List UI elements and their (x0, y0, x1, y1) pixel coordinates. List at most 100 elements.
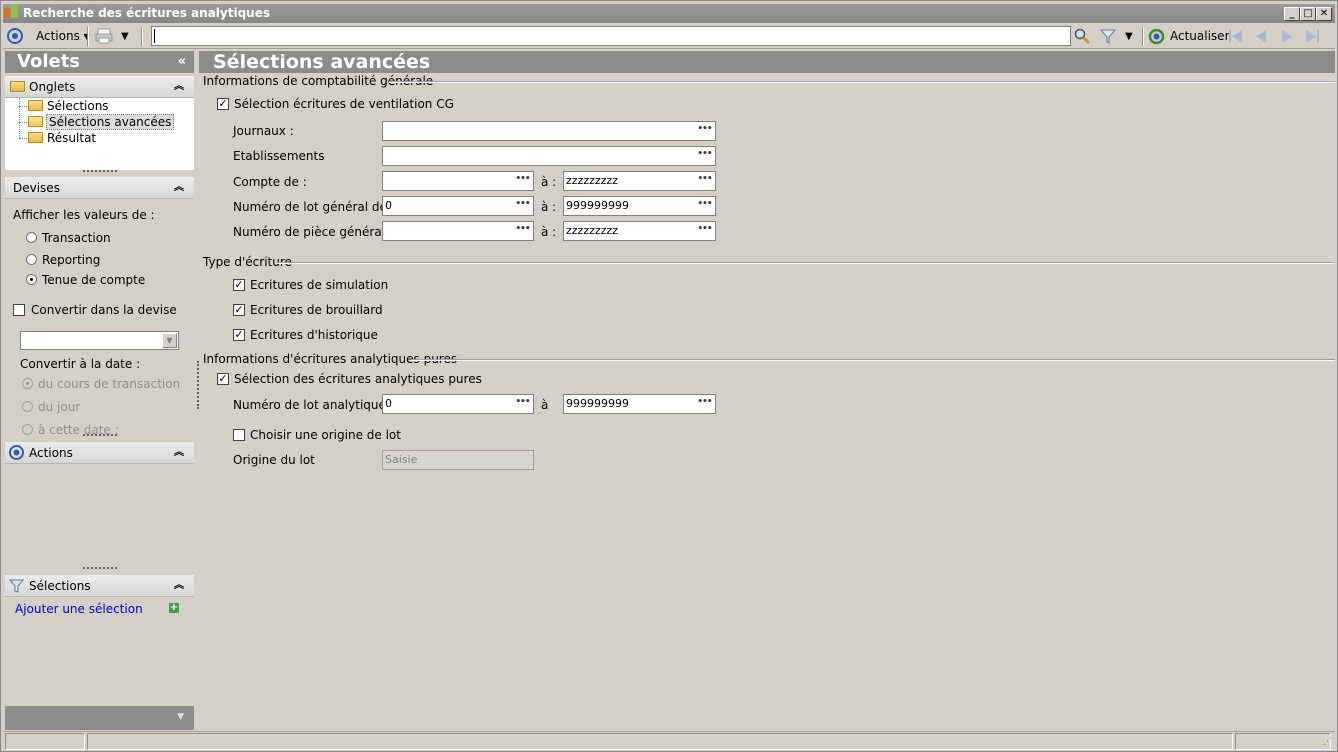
currency-select[interactable]: ▼ (20, 331, 179, 350)
compte-to-input[interactable]: zzzzzzzzz ••• (563, 171, 716, 191)
lot-general-to-value: 999999999 (566, 199, 629, 212)
devises-section-header[interactable]: Devises ︽ (5, 177, 194, 199)
ellipsis-button[interactable]: ••• (515, 398, 530, 410)
ellipsis-button[interactable]: ••• (697, 225, 712, 237)
ellipsis-button[interactable]: ••• (515, 225, 530, 237)
lot-general-label: Numéro de lot général de : (233, 200, 395, 214)
previous-record-icon[interactable] (1255, 30, 1267, 46)
tab-selections-avancees[interactable]: Sélections avancées (19, 114, 175, 130)
filter-dropdown-icon[interactable]: ▼ (1125, 24, 1133, 49)
lot-general-to-input[interactable]: 999999999 ••• (563, 196, 716, 216)
chevron-up-icon[interactable]: ︽ (174, 442, 184, 464)
collapse-panel-icon[interactable]: « (178, 51, 186, 73)
ellipsis-button[interactable]: ••• (697, 125, 712, 137)
last-record-icon[interactable] (1305, 30, 1319, 46)
maximize-button[interactable]: □ (1300, 7, 1316, 21)
chevron-down-icon[interactable]: ▼ (162, 333, 177, 348)
add-icon[interactable]: + (169, 603, 179, 613)
ellipsis-button[interactable]: ••• (697, 200, 712, 212)
search-input[interactable] (151, 26, 1071, 46)
compte-from-input[interactable]: ••• (382, 171, 534, 191)
origin-label: Origine du lot (233, 453, 315, 467)
radio-reporting-label: Reporting (42, 253, 101, 267)
chevron-up-icon[interactable]: ︽ (174, 76, 184, 98)
ellipsis-button[interactable]: ••• (697, 398, 712, 410)
refresh-icon[interactable] (1148, 28, 1165, 48)
origin-input[interactable]: Saisie (382, 450, 534, 470)
analytic-pure-label: Sélection des écritures analytiques pure… (234, 372, 482, 386)
resize-grip-icon[interactable]: ⋰ (1323, 737, 1332, 747)
selections-section-header[interactable]: Sélections ︽ (5, 575, 194, 597)
compte-to-label: à : (541, 175, 557, 189)
piece-to-input[interactable]: zzzzzzzzz ••• (563, 221, 716, 241)
chevron-up-icon[interactable]: ︽ (174, 177, 184, 199)
status-cell (1235, 733, 1331, 750)
radio-tenue-de-compte-label: Tenue de compte (42, 273, 146, 287)
brouillard-label: Ecritures de brouillard (250, 303, 383, 317)
volets-title: Volets (17, 51, 81, 72)
page-title: Sélections avancées (199, 51, 1335, 73)
lot-general-from-input[interactable]: 0 ••• (382, 196, 534, 216)
devises-title: Devises (13, 181, 60, 195)
radio-transaction[interactable] (26, 232, 37, 243)
ellipsis-button[interactable]: ••• (697, 175, 712, 187)
radio-reporting[interactable] (26, 254, 37, 265)
lot-analytique-from-input[interactable]: 0 ••• (382, 394, 534, 414)
tab-resultat-label: Résultat (47, 131, 97, 145)
etablissements-label: Etablissements (233, 149, 325, 163)
radio-cours-transaction-label: du cours de transaction (38, 377, 181, 391)
chevron-down-icon[interactable]: ▼ (177, 712, 184, 722)
cg-ventilation-checkbox[interactable]: ✓ (217, 98, 229, 110)
piece-to-value: zzzzzzzzz (566, 224, 618, 237)
search-icon[interactable] (1074, 28, 1091, 48)
radio-du-jour[interactable] (22, 401, 33, 412)
actions-section-header[interactable]: Actions ︽ (5, 442, 194, 464)
next-record-icon[interactable] (1281, 30, 1293, 46)
radio-cours-transaction[interactable] (22, 378, 33, 389)
brouillard-checkbox[interactable]: ✓ (233, 304, 245, 316)
actions-menu-label: Actions (36, 29, 80, 43)
resize-grip[interactable] (83, 567, 117, 570)
onglets-section-header[interactable]: Onglets ︽ (5, 76, 194, 98)
radio-cette-date[interactable] (22, 424, 33, 435)
panel-footer: ▼ (5, 706, 194, 730)
convert-currency-label: Convertir dans la devise (31, 303, 177, 317)
selections-title: Sélections (29, 579, 91, 593)
onglets-title: Onglets (29, 80, 76, 94)
minimize-button[interactable]: _ (1284, 7, 1300, 21)
add-selection-link[interactable]: Ajouter une sélection (15, 602, 143, 616)
cg-ventilation-label: Sélection écritures de ventilation CG (234, 97, 454, 111)
historique-checkbox[interactable]: ✓ (233, 329, 245, 341)
ellipsis-button[interactable]: ••• (515, 175, 530, 187)
chevron-up-icon[interactable]: ︽ (174, 575, 184, 597)
origin-checkbox[interactable] (233, 429, 245, 441)
etablissements-input[interactable]: ••• (382, 146, 716, 166)
print-dropdown-icon[interactable]: ▼ (121, 24, 129, 49)
simulation-checkbox[interactable]: ✓ (233, 279, 245, 291)
lot-general-to-label: à : (541, 200, 557, 214)
actions-menu[interactable]: Actions ▾ (36, 24, 90, 49)
actions-icon (7, 28, 23, 47)
close-button[interactable]: ✕ (1316, 7, 1332, 21)
resize-grip[interactable] (83, 170, 117, 173)
convert-currency-checkbox[interactable] (13, 304, 25, 316)
refresh-button[interactable]: Actualiser (1170, 24, 1230, 49)
lot-analytique-to-value: 999999999 (566, 397, 629, 410)
radio-tenue-de-compte[interactable] (26, 274, 37, 285)
print-icon[interactable] (95, 28, 113, 47)
ellipsis-button[interactable]: ••• (515, 200, 530, 212)
journaux-input[interactable]: ••• (382, 121, 716, 141)
compte-label: Compte de : (233, 175, 307, 189)
volets-header: Volets « (5, 51, 194, 73)
analytic-pure-checkbox[interactable]: ✓ (217, 373, 229, 385)
filter-icon[interactable] (1099, 28, 1117, 47)
status-cell (87, 733, 1233, 750)
resize-grip[interactable] (83, 434, 117, 437)
ellipsis-button[interactable]: ••• (697, 150, 712, 162)
open-folder-icon (28, 116, 43, 127)
title-bar[interactable]: Recherche des écritures analytiques (3, 4, 1335, 23)
first-record-icon[interactable] (1229, 30, 1243, 46)
lot-analytique-to-input[interactable]: 999999999 ••• (563, 394, 716, 414)
tab-selections-avancees-label: Sélections avancées (46, 114, 175, 130)
piece-from-input[interactable]: ••• (382, 221, 534, 241)
